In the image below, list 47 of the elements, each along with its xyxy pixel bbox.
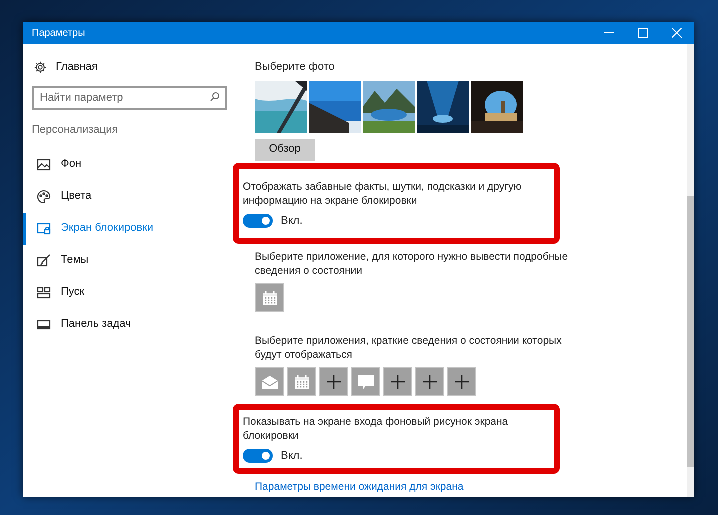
- section-label: Выберите фото: [255, 60, 336, 75]
- start-tiles-icon: [37, 286, 51, 300]
- sidebar-item[interactable]: Темы: [23, 244, 233, 276]
- setting-label: Отображать забавные факты, шутки, подсказки и другую информацию на экране блокировки: [243, 180, 523, 208]
- search-field[interactable]: Найти параметр: [32, 86, 227, 110]
- brush-icon: [37, 254, 51, 268]
- timeout-link[interactable]: Параметры времени ожидания для экрана: [255, 480, 464, 496]
- toggle-switch[interactable]: [243, 214, 273, 228]
- app-tile[interactable]: [447, 367, 476, 396]
- calendar-icon: [262, 290, 278, 306]
- plus-icon: [326, 374, 340, 388]
- window-title: Параметры: [32, 26, 86, 40]
- app-tile[interactable]: [287, 367, 316, 396]
- home-nav-item[interactable]: Главная: [23, 57, 233, 77]
- app-tile[interactable]: [319, 367, 348, 396]
- app-tile[interactable]: [383, 367, 412, 396]
- chat-bubble-icon: [356, 372, 374, 390]
- setting-label: Выберите приложения, краткие сведения о состоянии которых будут отображаться: [255, 334, 563, 362]
- palette-icon: [37, 190, 51, 204]
- lock-screen-icon: [37, 222, 51, 236]
- search-icon: [210, 92, 220, 102]
- app-tile[interactable]: [351, 367, 380, 396]
- plus-icon: [422, 374, 436, 388]
- section-heading: Персонализация: [32, 123, 120, 138]
- setting-label: Выберите приложение, для которого нужно вывести подробные сведения о состоянии: [255, 250, 570, 278]
- sidebar-item[interactable]: Фон: [23, 148, 233, 180]
- taskbar-icon: [37, 318, 51, 332]
- scrollbar-thumb[interactable]: [687, 196, 694, 467]
- close-icon: [672, 28, 682, 38]
- calendar-icon: [294, 374, 310, 390]
- toggle-state: Вкл.: [281, 214, 303, 228]
- plus-icon: [390, 374, 404, 388]
- setting-label: Показывать на экране входа фоновый рисунок экрана блокировки: [243, 415, 510, 443]
- toggle-switch[interactable]: [243, 449, 273, 464]
- mail-icon: [260, 374, 278, 390]
- plus-icon: [454, 374, 468, 388]
- maximize-icon: [638, 28, 648, 38]
- toggle-state: Вкл.: [281, 449, 303, 464]
- app-tile[interactable]: [415, 367, 444, 396]
- image-icon: [37, 158, 51, 172]
- app-tile[interactable]: [255, 367, 284, 396]
- settings-icon: [34, 60, 47, 74]
- sidebar-item[interactable]: Панель задач: [23, 308, 233, 340]
- sidebar-item[interactable]: Цвета: [23, 180, 233, 212]
- app-tile[interactable]: [255, 283, 284, 312]
- browse-button[interactable]: Обзор: [255, 138, 315, 160]
- sidebar-item[interactable]: Пуск: [23, 276, 233, 308]
